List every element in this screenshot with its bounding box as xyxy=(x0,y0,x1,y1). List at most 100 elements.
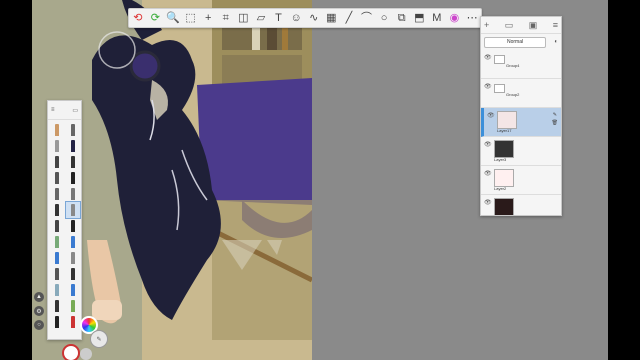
brush-tip-icon xyxy=(71,140,75,152)
brush-tool-icon[interactable] xyxy=(50,154,64,170)
layer-thumbnail xyxy=(497,111,517,129)
brush-size-icon[interactable]: M xyxy=(430,11,445,26)
brush-tool-icon[interactable] xyxy=(66,234,80,250)
lagoon-menu-icon[interactable]: ▲ xyxy=(34,292,44,302)
layer-name: Layer2 xyxy=(494,186,507,191)
symmetry-icon[interactable]: ☺ xyxy=(289,11,304,26)
visibility-eye-icon[interactable]: 👁 xyxy=(484,141,492,148)
transform-icon[interactable]: ◫ xyxy=(236,11,251,26)
brush-tip-icon xyxy=(71,172,75,184)
stroke-icon[interactable]: ∿ xyxy=(306,11,321,26)
main-toolbar: ⟲ ⟳ 🔍 ⬚ + ⌗ ◫ ▱ T ☺ ∿ ▦ ╱ ⌒ ○ ⧉ ⬒ M ◉ ⋯ xyxy=(128,8,482,28)
brush-tool-icon[interactable] xyxy=(50,250,64,266)
crop-icon[interactable]: ⌗ xyxy=(218,11,233,26)
layer-name: Layer6 xyxy=(494,215,506,216)
info-icon[interactable]: ○ xyxy=(34,320,44,330)
brush-tool-icon[interactable] xyxy=(50,170,64,186)
brush-tool-icon[interactable] xyxy=(50,138,64,154)
curve-icon[interactable]: ⌒ xyxy=(359,11,374,26)
zoom-icon[interactable]: 🔍 xyxy=(166,11,181,26)
brush-tool-icon[interactable] xyxy=(66,186,80,202)
brush-tool-icon[interactable] xyxy=(66,250,80,266)
layer-group-row[interactable]: 👁 Group4 xyxy=(481,50,561,79)
brush-tip-icon xyxy=(71,156,75,168)
brush-tip-icon xyxy=(55,188,59,200)
layer-group-row[interactable]: 👁 Group2 xyxy=(481,79,561,108)
settings-icon[interactable]: ⚙ xyxy=(34,306,44,316)
brush-tool-icon[interactable] xyxy=(66,266,80,282)
layer-thumbnail xyxy=(494,198,514,215)
import-image-icon[interactable]: ▣ xyxy=(529,20,538,31)
brush-tip-icon xyxy=(55,172,59,184)
layer-row[interactable]: 👁 Layer3 xyxy=(481,137,561,166)
brush-tool-icon[interactable] xyxy=(50,218,64,234)
blend-mode-select[interactable]: Normal xyxy=(484,36,546,48)
layer-thumbnail xyxy=(494,84,505,93)
brush-tip-icon xyxy=(55,204,59,216)
brush-tool-icon[interactable] xyxy=(66,170,80,186)
brush-properties-icon[interactable]: ▭ xyxy=(72,107,78,114)
brush-tool-icon[interactable] xyxy=(66,122,80,138)
redo-icon[interactable]: ⟳ xyxy=(148,11,163,26)
layers-toggle-icon[interactable] xyxy=(80,348,92,360)
add-icon[interactable]: + xyxy=(201,11,216,26)
layer-row[interactable]: 👁 Layer6 xyxy=(481,195,561,216)
layer-actions: ✎ 🗑 xyxy=(552,111,558,127)
brush-tip-icon xyxy=(71,188,75,200)
fill-icon[interactable]: ⬒ xyxy=(412,11,427,26)
brush-puck-icon[interactable]: ✎ xyxy=(90,330,108,348)
select-icon[interactable]: ⬚ xyxy=(183,11,198,26)
undo-icon[interactable]: ⟲ xyxy=(131,11,146,26)
layer-thumbnail xyxy=(494,169,514,187)
layer-settings-icon[interactable]: ◐ xyxy=(546,39,558,45)
layer-row[interactable]: 👁 Layer17 ✎ 🗑 xyxy=(481,108,561,137)
brush-palette-header: ≡ ▭ xyxy=(48,101,81,120)
brush-library-icon[interactable]: ≡ xyxy=(51,107,55,113)
brush-tool-icon[interactable] xyxy=(50,234,64,250)
perspective-icon[interactable]: ▦ xyxy=(324,11,339,26)
visibility-eye-icon[interactable]: 👁 xyxy=(484,199,492,206)
brush-tip-icon xyxy=(71,220,75,232)
brush-tip-icon xyxy=(55,268,59,280)
brush-tip-icon xyxy=(55,140,59,152)
blend-mode-row: Normal ◐ xyxy=(484,36,558,48)
layer-name: Group2 xyxy=(506,92,520,97)
brush-tool-icon[interactable] xyxy=(65,201,81,219)
brush-tip-icon xyxy=(71,236,75,248)
brush-tip-icon xyxy=(71,268,75,280)
brush-tool-icon[interactable] xyxy=(50,122,64,138)
layer-row[interactable]: 👁 Layer2 xyxy=(481,166,561,195)
text-icon[interactable]: T xyxy=(271,11,286,26)
visibility-eye-icon[interactable]: 👁 xyxy=(487,112,495,119)
ruler-icon[interactable]: ╱ xyxy=(342,11,357,26)
add-group-icon[interactable]: ▭ xyxy=(505,20,514,31)
brush-tip-icon xyxy=(71,124,75,136)
layer-thumbnail xyxy=(494,55,505,64)
delete-layer-icon[interactable]: 🗑 xyxy=(552,119,558,127)
brush-tool-icon[interactable] xyxy=(50,186,64,202)
current-color-icon[interactable] xyxy=(62,344,80,360)
visibility-eye-icon[interactable]: 👁 xyxy=(484,54,492,61)
brush-tip-icon xyxy=(71,204,75,216)
add-layer-icon[interactable]: + xyxy=(484,20,489,30)
ellipse-icon[interactable]: ○ xyxy=(377,11,392,26)
bottom-controls: ✎ ▲ ⚙ ○ xyxy=(32,292,108,360)
brush-tip-icon xyxy=(55,124,59,136)
visibility-eye-icon[interactable]: 👁 xyxy=(484,170,492,177)
edit-layer-icon[interactable]: ✎ xyxy=(552,111,558,119)
color-wheel-icon[interactable]: ◉ xyxy=(447,11,462,26)
brush-tool-icon[interactable] xyxy=(66,218,80,234)
brush-tip-icon xyxy=(55,252,59,264)
brush-tool-icon[interactable] xyxy=(50,266,64,282)
layer-name: Layer3 xyxy=(494,157,507,162)
brush-tool-icon[interactable] xyxy=(50,202,64,218)
layer-thumbnail xyxy=(494,140,514,158)
layer-options-icon[interactable]: ≡ xyxy=(553,20,558,30)
brush-tool-icon[interactable] xyxy=(66,154,80,170)
brush-tool-icon[interactable] xyxy=(66,138,80,154)
more-icon[interactable]: ⋯ xyxy=(465,11,480,26)
visibility-eye-icon[interactable]: 👁 xyxy=(484,83,492,90)
distort-icon[interactable]: ▱ xyxy=(254,11,269,26)
copy-icon[interactable]: ⧉ xyxy=(394,11,409,26)
layer-editor-panel: + ▭ ▣ ≡ Normal ◐ 👁 Group4 👁 Group2 👁 Layer17 ✎… xyxy=(480,16,562,216)
